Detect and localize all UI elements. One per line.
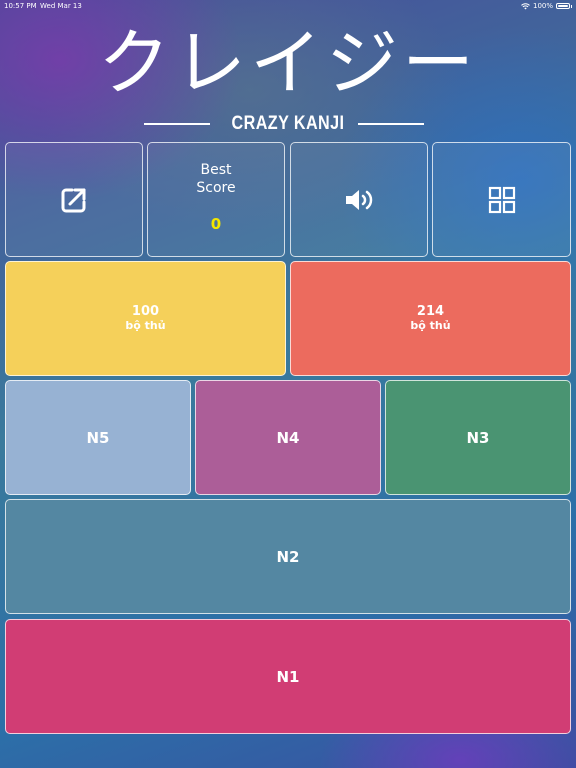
level-n1-button[interactable]: N1: [5, 619, 571, 734]
level-n5-label: N5: [86, 428, 110, 447]
best-score-value: 0: [210, 214, 222, 233]
radicals-100-button[interactable]: 100 bộ thủ: [5, 261, 286, 376]
subtitle-divider-right: [358, 123, 424, 125]
radicals-100-label: bộ thủ: [125, 318, 166, 332]
level-n5-button[interactable]: N5: [5, 380, 191, 495]
app-title: クレイジー: [97, 21, 478, 105]
share-external-icon: [59, 185, 89, 215]
radicals-214-label: bộ thủ: [410, 318, 451, 332]
share-button[interactable]: [5, 142, 143, 257]
best-score-label: Best Score: [196, 161, 235, 197]
battery-icon: [556, 3, 570, 9]
level-n1-label: N1: [276, 667, 300, 686]
sound-toggle-button[interactable]: [290, 142, 428, 257]
best-score-panel: Best Score 0: [147, 142, 285, 257]
level-n3-button[interactable]: N3: [385, 380, 571, 495]
status-right: 100%: [521, 2, 572, 10]
level-n4-label: N4: [276, 428, 300, 447]
status-bar: 10:57 PM Wed Mar 13 100%: [0, 0, 576, 12]
level-n2-button[interactable]: N2: [5, 499, 571, 614]
app-subtitle: CRAZY KANJI: [231, 113, 345, 134]
best-score-label-line2: Score: [196, 179, 236, 196]
battery-percent: 100%: [532, 2, 553, 10]
level-n2-label: N2: [276, 547, 300, 566]
wifi-icon: [521, 2, 530, 9]
grid-icon: [488, 186, 516, 214]
speaker-icon: [343, 186, 375, 214]
more-apps-button[interactable]: [432, 142, 571, 257]
radicals-214-count: 214: [416, 303, 445, 319]
radicals-214-button[interactable]: 214 bộ thủ: [290, 261, 571, 376]
level-n3-label: N3: [466, 428, 490, 447]
status-date: Wed Mar 13: [40, 2, 82, 10]
battery-tip: [571, 4, 572, 8]
subtitle-row: CRAZY KANJI: [0, 113, 576, 137]
status-time: 10:57 PM: [4, 2, 37, 10]
best-score-label-line1: Best: [200, 161, 232, 178]
level-n4-button[interactable]: N4: [195, 380, 381, 495]
radicals-100-count: 100: [131, 303, 160, 319]
